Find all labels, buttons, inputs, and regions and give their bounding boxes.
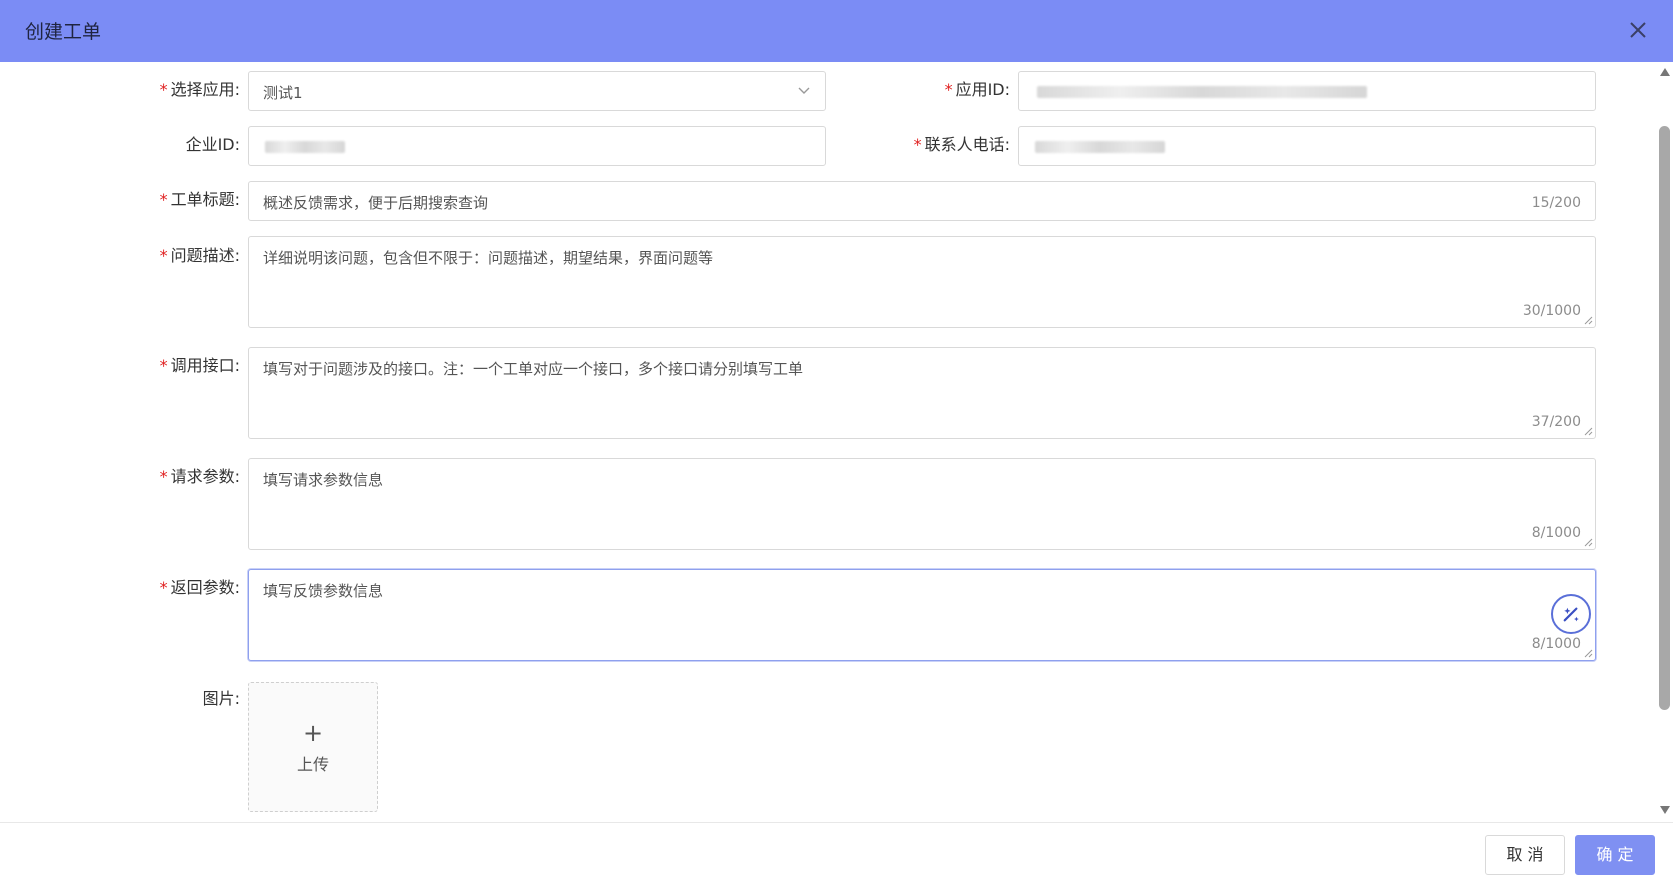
required-mark: * bbox=[159, 190, 168, 209]
app-id-label: * 应用ID: bbox=[944, 80, 1010, 99]
api-value: 填写对于问题涉及的接口。注：一个工单对应一个接口，多个接口请分别填写工单 bbox=[263, 360, 804, 378]
response-params-value: 填写反馈参数信息 bbox=[263, 582, 384, 600]
scrollbar-thumb[interactable] bbox=[1659, 126, 1670, 710]
problem-desc-count: 30/1000 bbox=[1522, 303, 1581, 319]
dialog-header: 创建工单 bbox=[0, 0, 1673, 62]
required-mark: * bbox=[944, 80, 953, 99]
response-params-count: 8/1000 bbox=[1531, 636, 1581, 652]
response-params-label: * 返回参数: bbox=[159, 578, 240, 597]
problem-desc-label: * 问题描述: bbox=[159, 246, 240, 265]
request-params-textarea[interactable]: 填写请求参数信息 8/1000 bbox=[248, 458, 1596, 550]
ticket-title-count: 15/200 bbox=[1531, 195, 1581, 211]
app-select[interactable]: 测试1 bbox=[248, 71, 826, 111]
contact-phone-label: * 联系人电话: bbox=[913, 135, 1010, 154]
dialog-title: 创建工单 bbox=[25, 21, 102, 43]
image-label: 图片: bbox=[202, 689, 240, 708]
close-icon[interactable] bbox=[1624, 16, 1652, 44]
required-mark: * bbox=[159, 578, 168, 597]
app-id-field[interactable] bbox=[1018, 71, 1596, 111]
api-textarea[interactable]: 填写对于问题涉及的接口。注：一个工单对应一个接口，多个接口请分别填写工单 37/… bbox=[248, 347, 1596, 439]
scroll-up-arrow-icon[interactable] bbox=[1660, 68, 1670, 76]
ticket-title-value: 概述反馈需求，便于后期搜索查询 bbox=[263, 194, 489, 212]
ok-button[interactable]: 确 定 bbox=[1575, 835, 1655, 875]
chevron-down-icon bbox=[798, 87, 810, 94]
request-params-label: * 请求参数: bbox=[159, 467, 240, 486]
contact-phone-field[interactable] bbox=[1018, 126, 1596, 166]
resize-handle-icon[interactable] bbox=[1584, 316, 1593, 325]
resize-handle-icon[interactable] bbox=[1584, 649, 1593, 658]
app-select-label: * 选择应用: bbox=[159, 80, 240, 99]
required-mark: * bbox=[159, 80, 168, 99]
resize-handle-icon[interactable] bbox=[1584, 427, 1593, 436]
api-label: * 调用接口: bbox=[159, 356, 240, 375]
problem-desc-textarea[interactable]: 详细说明该问题，包含但不限于：问题描述，期望结果，界面问题等 30/1000 bbox=[248, 236, 1596, 328]
magic-wand-icon[interactable] bbox=[1551, 594, 1591, 634]
response-params-textarea[interactable]: 填写反馈参数信息 8/1000 bbox=[248, 569, 1596, 661]
required-mark: * bbox=[159, 356, 168, 375]
company-id-label: 企业ID: bbox=[185, 135, 240, 154]
problem-desc-value: 详细说明该问题，包含但不限于：问题描述，期望结果，界面问题等 bbox=[263, 249, 714, 267]
required-mark: * bbox=[159, 467, 168, 486]
redacted-value bbox=[1035, 141, 1165, 153]
company-id-field[interactable] bbox=[248, 126, 826, 166]
ticket-title-label: * 工单标题: bbox=[159, 190, 240, 209]
required-mark: * bbox=[159, 246, 168, 265]
upload-label: 上传 bbox=[296, 755, 329, 774]
cancel-button[interactable]: 取 消 bbox=[1485, 835, 1565, 875]
dialog-footer: 取 消 确 定 bbox=[0, 822, 1673, 886]
resize-handle-icon[interactable] bbox=[1584, 538, 1593, 547]
scroll-down-arrow-icon[interactable] bbox=[1660, 806, 1670, 814]
redacted-value bbox=[1037, 86, 1367, 98]
api-count: 37/200 bbox=[1531, 414, 1581, 430]
image-upload-button[interactable]: + 上传 bbox=[248, 682, 378, 812]
ticket-title-input[interactable]: 概述反馈需求，便于后期搜索查询 15/200 bbox=[248, 181, 1596, 221]
redacted-value bbox=[265, 141, 345, 153]
request-params-value: 填写请求参数信息 bbox=[263, 471, 384, 489]
app-select-value: 测试1 bbox=[263, 84, 303, 102]
required-mark: * bbox=[913, 135, 922, 154]
plus-icon: + bbox=[302, 719, 324, 747]
request-params-count: 8/1000 bbox=[1531, 525, 1581, 541]
